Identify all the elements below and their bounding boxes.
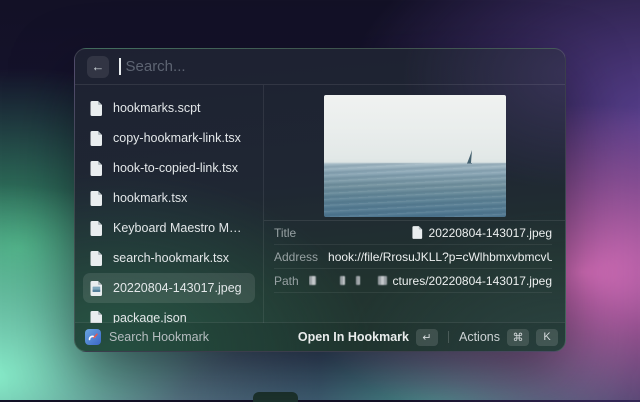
list-item-label: Keyboard Maestro Macros.k... — [113, 221, 248, 235]
content-area: hookmarks.scpt copy-hookmark-link.tsx ho… — [75, 85, 565, 323]
list-item[interactable]: hookmarks.scpt — [83, 93, 255, 123]
metadata-row-path: Path ctures/20220804-143017.jpeg — [274, 269, 552, 293]
address-value: hook://file/RrosuJKLL?p=cWlhbmxvbmcvUGlj… — [328, 249, 552, 265]
footer-app-name: Search Hookmark — [109, 330, 209, 344]
list-item[interactable]: hook-to-copied-link.tsx — [83, 153, 255, 183]
results-list: hookmarks.scpt copy-hookmark-link.tsx ho… — [75, 85, 263, 323]
title-value: 20220804-143017.jpeg — [412, 226, 552, 240]
search-header: ← — [75, 49, 565, 85]
launcher-window: ← hookmarks.scpt copy-hookmark-link.tsx — [74, 48, 566, 352]
list-item-label: hookmarks.scpt — [113, 101, 201, 115]
metadata-row-address: Address hook://file/RrosuJKLL?p=cWlhbmxv… — [274, 245, 552, 269]
metadata-section: Title 20220804-143017.jpeg Address hook:… — [264, 220, 565, 293]
document-icon — [90, 221, 103, 236]
k-key-icon[interactable]: K — [536, 329, 558, 346]
metadata-row-title: Title 20220804-143017.jpeg — [274, 221, 552, 245]
sailboat — [466, 150, 473, 164]
list-item-label: hookmark.tsx — [113, 191, 187, 205]
enter-key-icon[interactable]: ↵ — [416, 329, 438, 346]
background-window-peek — [253, 392, 298, 402]
redacted-block — [340, 276, 344, 285]
list-item[interactable]: hookmark.tsx — [83, 183, 255, 213]
list-item-label: copy-hookmark-link.tsx — [113, 131, 241, 145]
title-label: Title — [274, 226, 296, 240]
arrow-left-icon: ← — [92, 59, 105, 74]
footer-bar: Search Hookmark Open In Hookmark ↵ Actio… — [75, 322, 565, 351]
hookmark-icon — [85, 329, 101, 345]
redacted-block — [356, 276, 360, 285]
document-icon — [90, 101, 103, 116]
document-icon — [90, 161, 103, 176]
title-text: 20220804-143017.jpeg — [429, 226, 552, 240]
detail-panel: Title 20220804-143017.jpeg Address hook:… — [264, 85, 565, 323]
list-item[interactable]: Keyboard Maestro Macros.k... — [83, 213, 255, 243]
list-item-label: search-hookmark.tsx — [113, 251, 229, 265]
document-icon — [90, 251, 103, 266]
document-icon — [90, 191, 103, 206]
path-value: ctures/20220804-143017.jpeg — [309, 274, 552, 288]
command-key-icon[interactable]: ⌘ — [507, 329, 529, 346]
image-preview — [324, 95, 506, 217]
list-item-label: 20220804-143017.jpeg — [113, 281, 242, 295]
footer-app: Search Hookmark — [85, 329, 209, 345]
redacted-block — [378, 276, 387, 285]
footer-separator — [448, 331, 449, 343]
document-icon — [90, 131, 103, 146]
address-text: hook://file/RrosuJKLL?p=cWlhbmxvbmcvUGlj… — [328, 250, 552, 264]
path-text: ctures/20220804-143017.jpeg — [393, 274, 552, 288]
redacted-block — [309, 276, 317, 285]
list-item[interactable]: search-hookmark.tsx — [83, 243, 255, 273]
text-caret — [119, 58, 121, 75]
list-item-label: hook-to-copied-link.tsx — [113, 161, 238, 175]
footer-actions: Open In Hookmark ↵ Actions ⌘ K — [298, 329, 558, 346]
actions-button[interactable]: Actions — [459, 330, 500, 344]
path-label: Path — [274, 274, 299, 288]
list-item-selected[interactable]: 20220804-143017.jpeg — [83, 273, 255, 303]
back-button[interactable]: ← — [87, 56, 109, 78]
file-icon — [412, 226, 423, 239]
list-item[interactable]: package.json — [83, 303, 255, 323]
address-label: Address — [274, 250, 318, 264]
image-file-icon — [90, 281, 103, 296]
search-input[interactable] — [124, 58, 554, 75]
open-in-hookmark-button[interactable]: Open In Hookmark — [298, 330, 409, 344]
list-item[interactable]: copy-hookmark-link.tsx — [83, 123, 255, 153]
